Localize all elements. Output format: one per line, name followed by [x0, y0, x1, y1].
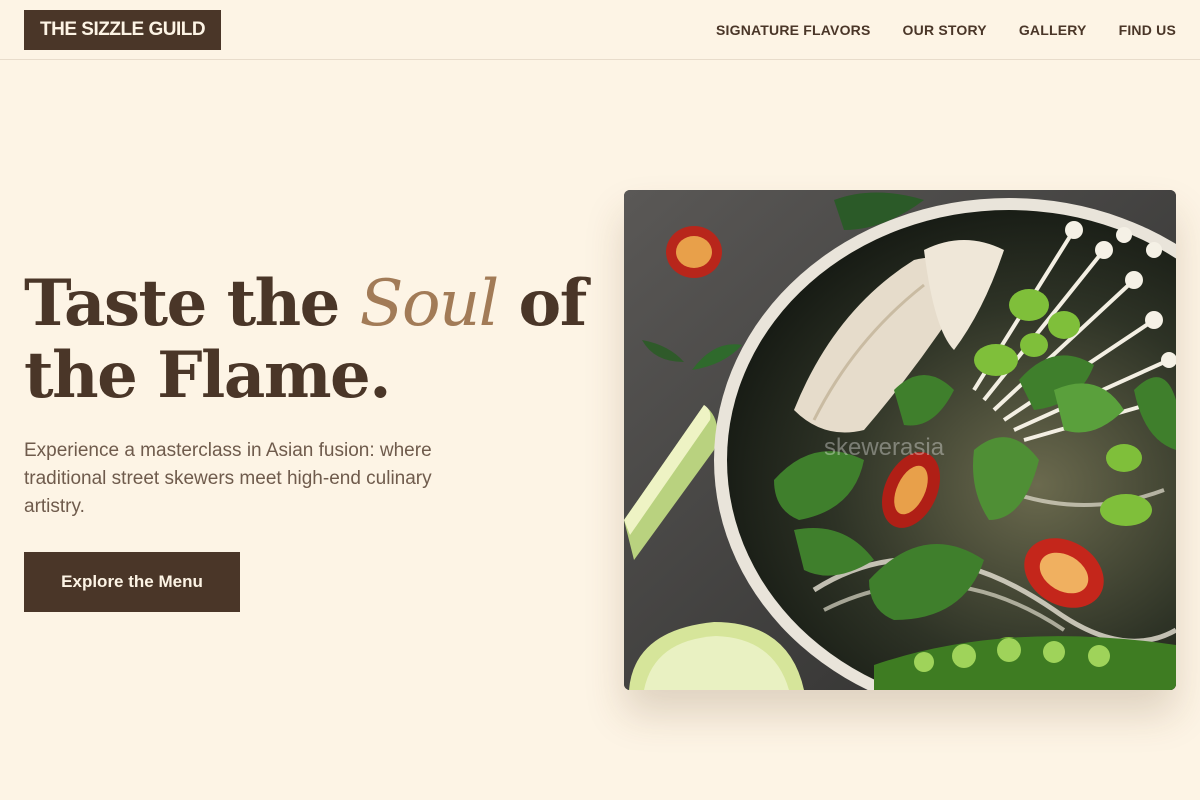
- site-logo[interactable]: THE SIZZLE GUILD: [24, 10, 222, 50]
- explore-menu-button[interactable]: Explore the Menu: [24, 552, 240, 612]
- nav-link-find-us[interactable]: FIND US: [1119, 22, 1176, 38]
- nav-link-gallery[interactable]: GALLERY: [1019, 22, 1087, 38]
- hero-food-image: skewerasia: [624, 190, 1176, 690]
- site-header: THE SIZZLE GUILD SIGNATURE FLAVORS OUR S…: [0, 0, 1200, 60]
- main-nav: SIGNATURE FLAVORS OUR STORY GALLERY FIND…: [716, 0, 1176, 60]
- hero-subtitle: Experience a masterclass in Asian fusion…: [24, 440, 432, 517]
- hero-title-accent: Soul: [359, 267, 500, 341]
- nav-link-signature-flavors[interactable]: SIGNATURE FLAVORS: [716, 22, 871, 38]
- nav-link-our-story[interactable]: OUR STORY: [903, 22, 987, 38]
- image-watermark: skewerasia: [824, 434, 945, 461]
- hero-title: Taste the Soul of the Flame.: [24, 268, 604, 412]
- hero-title-part1: Taste the: [24, 266, 360, 341]
